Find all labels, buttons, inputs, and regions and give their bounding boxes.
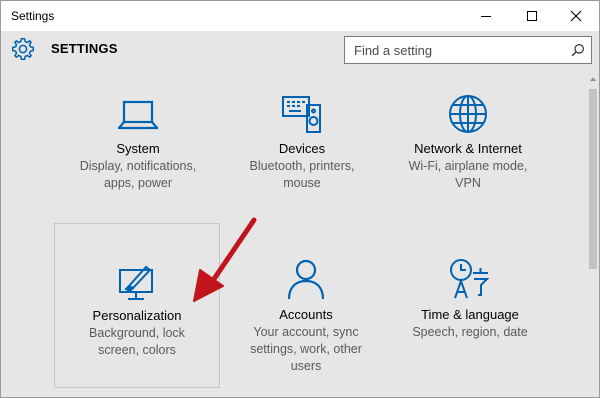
tile-description: Speech, region, date (412, 325, 528, 339)
maximize-button[interactable] (509, 1, 555, 31)
page-title: SETTINGS (51, 41, 118, 56)
close-button[interactable] (553, 1, 599, 31)
vertical-scrollbar[interactable] (587, 73, 599, 397)
gear-icon (12, 38, 34, 60)
scroll-thumb[interactable] (589, 89, 597, 269)
tile-description: Your account, sync settings, work, other… (250, 325, 362, 373)
maximize-icon (527, 11, 537, 21)
tile-title: Network & Internet (414, 141, 522, 156)
tile-title: Time & language (421, 307, 519, 322)
settings-header: SETTINGS (1, 31, 599, 73)
tile-title: Devices (278, 141, 326, 156)
tile-description: Background, lock screen, colors (89, 326, 185, 357)
search-box[interactable] (344, 36, 592, 64)
tile-accounts[interactable]: Accounts Your account, sync settings, wo… (223, 223, 389, 388)
title-bar: Settings (1, 1, 599, 31)
search-input[interactable] (345, 37, 570, 63)
tile-personalization[interactable]: Personalization Background, lock screen,… (54, 223, 220, 388)
tile-time-language[interactable]: Time & language Speech, region, date (387, 223, 553, 388)
minimize-button[interactable] (463, 1, 509, 31)
settings-window: Settings SETTINGS Find a setting System … (0, 0, 600, 398)
close-icon (570, 10, 582, 22)
scroll-up-arrow-icon[interactable] (587, 73, 599, 85)
laptop-icon (118, 100, 158, 130)
search-icon[interactable] (571, 43, 585, 57)
tile-title: Personalization (92, 308, 182, 323)
tile-description: Wi-Fi, airplane mode, VPN (408, 159, 528, 190)
globe-icon (449, 95, 487, 133)
tile-title: System (116, 141, 160, 156)
devices-icon (282, 96, 321, 133)
personalization-icon (119, 265, 153, 300)
tile-description: Bluetooth, printers, mouse (249, 159, 355, 190)
minimize-icon (481, 16, 491, 17)
tile-title: Accounts (279, 307, 333, 322)
window-title: Settings (11, 9, 55, 23)
person-icon (287, 259, 325, 300)
tile-description: Display, notifications, apps, power (79, 159, 197, 190)
time-language-icon (450, 259, 490, 299)
